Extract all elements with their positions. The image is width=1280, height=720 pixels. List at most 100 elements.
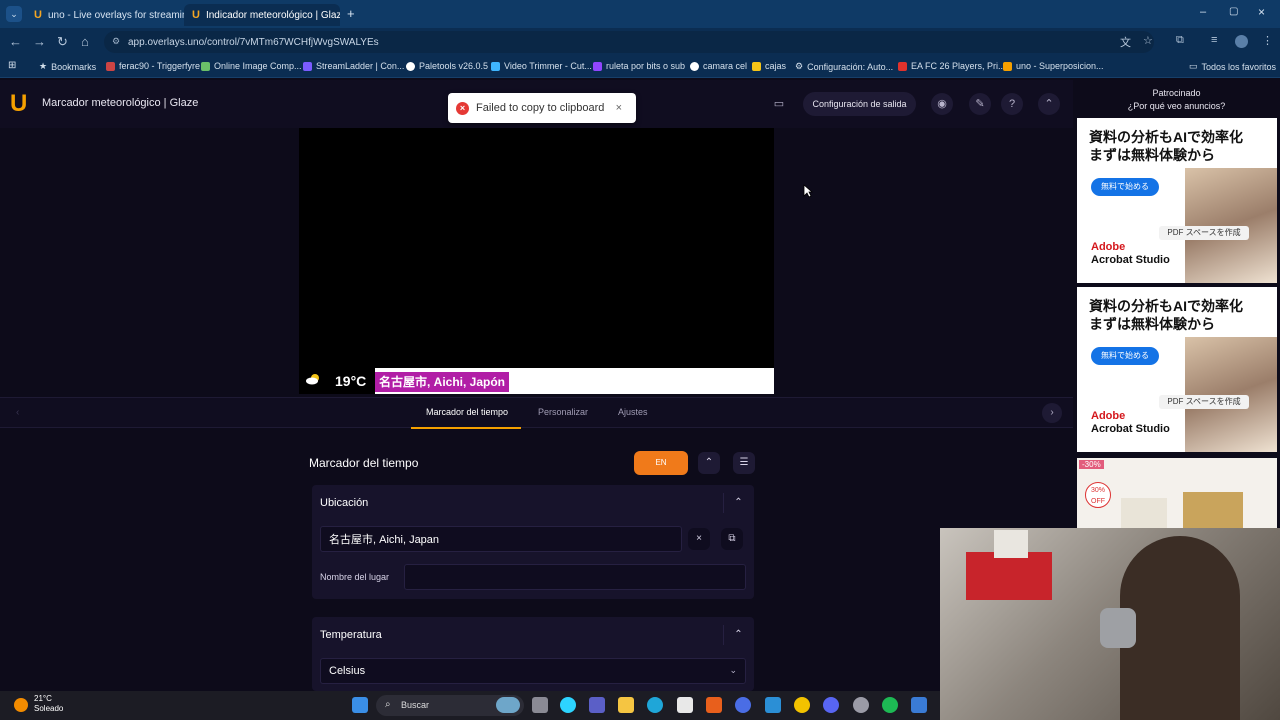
unit-select-value: Celsius bbox=[329, 665, 366, 677]
chevron-up-icon[interactable]: ⌃ bbox=[1038, 93, 1060, 115]
bookmark-item[interactable]: camara cel bbox=[690, 61, 747, 71]
language-toggle[interactable]: EN bbox=[634, 451, 688, 475]
chevron-left-icon[interactable]: ‹ bbox=[16, 407, 19, 418]
widgets-icon[interactable] bbox=[496, 697, 520, 713]
star-icon[interactable]: ☆ bbox=[1143, 34, 1153, 47]
chrome-icon[interactable] bbox=[794, 697, 810, 713]
clear-icon[interactable]: × bbox=[688, 528, 710, 550]
bookmark-item[interactable]: ferac90 - Triggerfyre bbox=[106, 61, 200, 71]
ad-banner[interactable]: 資料の分析もAIで効率化 まずは無料体験から 無料で始める PDF スペースを作… bbox=[1077, 287, 1277, 452]
bookmark-item[interactable]: ruleta por bits o sub bbox=[593, 61, 685, 71]
ad-product-image bbox=[1121, 498, 1167, 528]
location-input[interactable]: 名古屋市, Aichi, Japan bbox=[320, 526, 682, 552]
file-explorer-icon[interactable] bbox=[618, 697, 634, 713]
bookmark-icon bbox=[752, 61, 761, 71]
extensions-icon[interactable]: ⧉ bbox=[1176, 34, 1184, 47]
discord-icon[interactable] bbox=[823, 697, 839, 713]
bookmark-item[interactable]: StreamLadder | Con... bbox=[303, 61, 404, 71]
collapse-all-button[interactable]: ⌃ bbox=[698, 452, 720, 474]
bookmark-item[interactable]: EA FC 26 Players, Pri... bbox=[898, 61, 1006, 71]
home-icon[interactable]: ⌂ bbox=[81, 34, 89, 49]
translate-icon[interactable]: 文 bbox=[1120, 34, 1131, 50]
ad-off-percent: 30% bbox=[1090, 487, 1105, 494]
minimize-icon[interactable]: – bbox=[1200, 6, 1206, 18]
tab-glaze[interactable]: U Indicador meteorológico | Glaz × bbox=[184, 4, 340, 26]
new-tab-icon[interactable]: + bbox=[347, 6, 355, 21]
list-icon[interactable]: ☰ bbox=[733, 452, 755, 474]
mail-icon[interactable] bbox=[735, 697, 751, 713]
ad-cta-button[interactable]: 無料で始める bbox=[1091, 178, 1159, 196]
bookmark-label: Video Trimmer - Cut... bbox=[504, 61, 592, 71]
chevron-up-icon[interactable]: ⌃ bbox=[723, 625, 753, 645]
windows-start-icon[interactable] bbox=[352, 697, 368, 713]
app-icon[interactable] bbox=[911, 697, 927, 713]
monitor-icon[interactable]: ▭ bbox=[768, 93, 790, 115]
uno-icon: U bbox=[192, 9, 200, 21]
wrench-icon[interactable]: ✎ bbox=[969, 93, 991, 115]
place-name-input[interactable] bbox=[404, 564, 746, 590]
ad-banner[interactable]: -30% 30% OFF bbox=[1077, 458, 1277, 528]
office-icon[interactable] bbox=[706, 697, 722, 713]
chevron-right-icon[interactable]: › bbox=[1042, 403, 1062, 423]
tab-list-icon[interactable]: ⌄ bbox=[6, 6, 22, 22]
folder-icon: ▭ bbox=[1189, 61, 1198, 71]
store-icon[interactable] bbox=[677, 697, 693, 713]
bookmark-item[interactable]: Paletools v26.0.5 bbox=[406, 61, 488, 71]
tab-uno[interactable]: U uno - Live overlays for streamin × bbox=[26, 4, 184, 26]
task-view-icon[interactable] bbox=[532, 697, 548, 713]
teams-icon[interactable] bbox=[589, 697, 605, 713]
steam-icon[interactable] bbox=[853, 697, 869, 713]
media-icon[interactable]: ≡ bbox=[1211, 34, 1217, 46]
bookmark-item[interactable]: Video Trimmer - Cut... bbox=[491, 61, 592, 71]
edge-icon[interactable] bbox=[647, 697, 663, 713]
tab-weather[interactable]: Marcador del tiempo bbox=[426, 407, 508, 417]
tab-customize[interactable]: Personalizar bbox=[538, 407, 588, 417]
forward-icon[interactable]: → bbox=[33, 34, 46, 49]
copilot-icon[interactable] bbox=[560, 697, 576, 713]
copy-icon[interactable]: ⧉ bbox=[721, 528, 743, 550]
url-input[interactable]: ⚙ app.overlays.uno/control/7vMTm67WCHfjW… bbox=[104, 31, 1154, 53]
profile-avatar[interactable] bbox=[1235, 35, 1248, 48]
bookmark-item[interactable]: cajas bbox=[752, 61, 786, 71]
weather-bar: 19°C 名古屋市, Aichi, Japón bbox=[299, 368, 774, 394]
ad-brand: Adobe Acrobat Studio bbox=[1091, 241, 1170, 267]
spotify-icon[interactable] bbox=[882, 697, 898, 713]
back-icon[interactable]: ← bbox=[9, 34, 22, 49]
close-window-icon[interactable]: × bbox=[1258, 5, 1265, 19]
tab-settings[interactable]: Ajustes bbox=[618, 407, 648, 417]
maximize-icon[interactable]: ▢ bbox=[1229, 6, 1238, 17]
unit-select[interactable]: Celsius ⌄ bbox=[320, 658, 746, 684]
bookmark-label: Bookmarks bbox=[51, 61, 97, 72]
help-icon[interactable]: ? bbox=[1001, 93, 1023, 115]
windows-taskbar: 21°C Soleado Buscar ⌕ bbox=[0, 691, 940, 720]
toast-close-icon[interactable]: × bbox=[616, 102, 622, 114]
ad-brand-name: Adobe bbox=[1091, 241, 1126, 253]
bookmark-item[interactable]: ★ Bookmarks bbox=[39, 61, 96, 72]
bookmark-item[interactable]: Online Image Comp... bbox=[201, 61, 302, 71]
chevron-up-icon[interactable]: ⌃ bbox=[723, 493, 753, 513]
ad-cta-button[interactable]: 無料で始める bbox=[1091, 347, 1159, 365]
url-text: app.overlays.uno/control/7vMTm67WCHfjWvg… bbox=[128, 36, 379, 48]
ad-headline-line: まずは無料体験から bbox=[1089, 147, 1215, 163]
ad-off-badge: 30% OFF bbox=[1085, 482, 1111, 508]
taskbar-weather[interactable]: 21°C Soleado bbox=[34, 694, 63, 714]
bookmark-item[interactable]: ⚙ Configuración: Auto... bbox=[795, 61, 893, 72]
ad-product-image bbox=[1183, 492, 1243, 528]
taskbar-condition: Soleado bbox=[34, 704, 64, 713]
app-icon[interactable] bbox=[765, 697, 781, 713]
ad-banner[interactable]: 資料の分析もAIで効率化 まずは無料体験から 無料で始める PDF スペースを作… bbox=[1077, 118, 1277, 283]
cursor-icon bbox=[803, 184, 813, 198]
site-info-icon[interactable]: ⚙ bbox=[112, 36, 120, 47]
output-config-button[interactable]: Configuración de salida bbox=[803, 92, 916, 116]
why-ads-link[interactable]: ¿Por qué veo anuncios? bbox=[1073, 100, 1280, 113]
menu-icon[interactable]: ⋮ bbox=[1262, 34, 1273, 47]
apps-icon[interactable]: ⊞ bbox=[8, 60, 16, 71]
reload-icon[interactable]: ↻ bbox=[57, 34, 68, 50]
bookmark-item[interactable]: uno - Superposicion... bbox=[1003, 61, 1104, 71]
ad-headline: 資料の分析もAIで効率化 まずは無料体験から bbox=[1089, 297, 1243, 333]
gamepad-icon[interactable]: ◉ bbox=[931, 93, 953, 115]
all-bookmarks[interactable]: ▭ Todos los favoritos bbox=[1189, 61, 1276, 72]
bookmark-icon bbox=[1003, 61, 1012, 71]
location-card: Ubicación ⌃ 名古屋市, Aichi, Japan × ⧉ Nombr… bbox=[312, 485, 754, 599]
flag-image bbox=[966, 552, 1052, 600]
